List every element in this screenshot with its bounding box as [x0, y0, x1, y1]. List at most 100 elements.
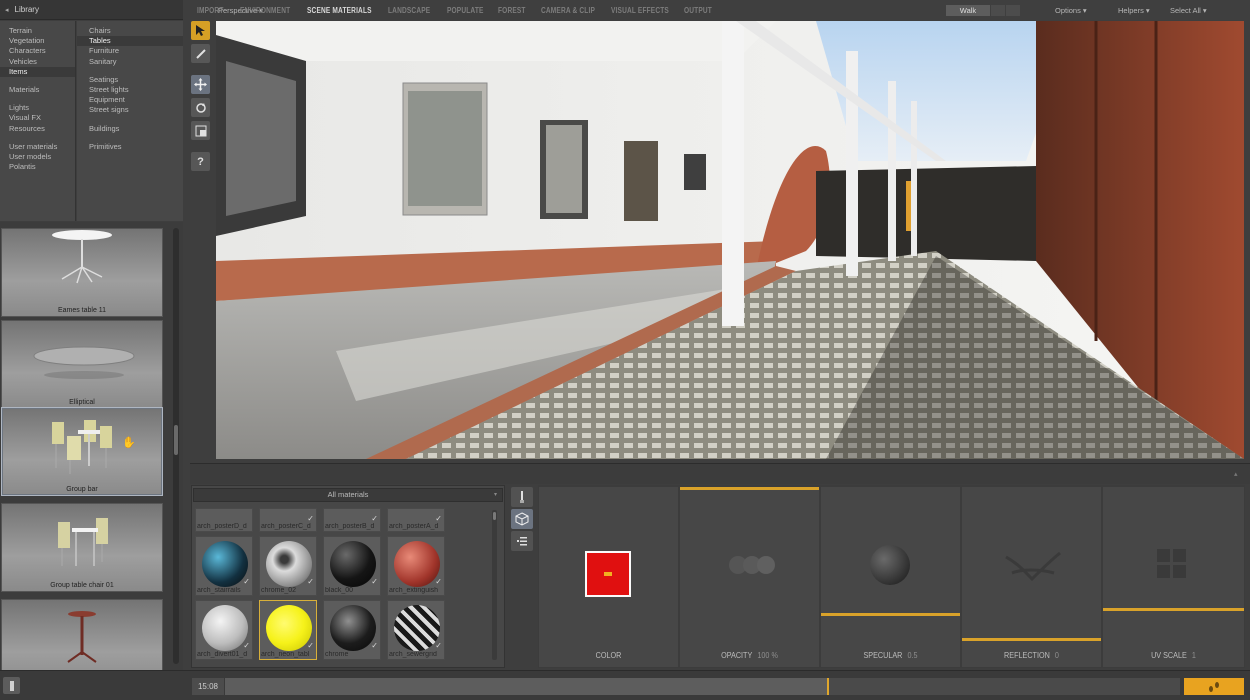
material-swatch-selected[interactable]: ✓ arch_neon_tabl	[259, 600, 317, 660]
category-vehicles[interactable]: Vehicles	[0, 57, 75, 67]
select-all-dropdown[interactable]: Select All ▾	[1170, 6, 1207, 15]
subcategory-tables[interactable]: Tables	[77, 36, 183, 47]
property-value[interactable]: 1	[1192, 650, 1196, 660]
tab-landscape[interactable]: LANDSCAPE	[388, 6, 430, 15]
rotate-tool-button[interactable]	[191, 98, 210, 117]
tab-populate[interactable]: POPULATE	[447, 6, 484, 15]
helpers-dropdown[interactable]: Helpers ▾	[1118, 6, 1150, 15]
scale-tool-button[interactable]	[191, 121, 210, 140]
walk-button[interactable]: Walk	[946, 5, 990, 16]
3d-viewport[interactable]	[216, 21, 1244, 459]
specular-level-bar[interactable]	[821, 613, 960, 616]
property-value[interactable]: 100 %	[757, 650, 777, 660]
bar-chairs-icon: ✋	[52, 420, 136, 474]
category-user-materials[interactable]: User materials	[0, 142, 75, 152]
material-swatch[interactable]: ✓ arch_extinguish	[387, 536, 445, 596]
category-lights[interactable]: Lights	[0, 103, 75, 113]
options-dropdown[interactable]: Options ▾	[1055, 6, 1087, 15]
subcategory-sanitary[interactable]: Sanitary	[77, 57, 183, 67]
category-resources[interactable]: Resources	[0, 124, 75, 134]
property-value[interactable]: 0.5	[908, 650, 918, 660]
material-cube-view-button[interactable]	[511, 509, 533, 529]
property-opacity[interactable]: OPACITY 100 %	[680, 487, 819, 667]
material-name: chrome_02	[261, 587, 297, 594]
property-reflection[interactable]: REFLECTION 0	[962, 487, 1101, 667]
model-thumb-group-bar[interactable]: ✋ Group bar	[1, 407, 163, 496]
library-toggle-button[interactable]	[3, 677, 20, 694]
move-icon	[194, 78, 207, 91]
help-button[interactable]: ?	[191, 152, 210, 171]
material-scrollbar-thumb[interactable]	[493, 512, 496, 520]
timeline-time[interactable]: 15:08	[192, 678, 224, 695]
model-thumb-group-table-chair[interactable]: Group table chair 01	[1, 503, 163, 592]
library-scrollbar-thumb[interactable]	[174, 425, 178, 455]
model-thumb-eames-table[interactable]: Eames table 11	[1, 228, 163, 317]
category-materials[interactable]: Materials	[0, 85, 75, 95]
material-swatch[interactable]: ✓ arch_sewergrid	[387, 600, 445, 660]
tab-camera-clip[interactable]: CAMERA & CLIP	[541, 6, 595, 15]
move-tool-button[interactable]	[191, 75, 210, 94]
tab-visual-effects[interactable]: VISUAL EFFECTS	[611, 6, 669, 15]
material-swatch[interactable]: arch_posterC_d ✓	[259, 508, 317, 532]
timeline-playhead[interactable]	[827, 678, 829, 695]
reflection-level-bar[interactable]	[962, 638, 1101, 641]
property-color[interactable]: COLOR	[539, 487, 678, 667]
category-polantis[interactable]: Polantis	[0, 162, 75, 172]
subcategory-list: Chairs Tables Furniture Sanitary Seating…	[77, 21, 183, 221]
subcategory-buildings[interactable]: Buildings	[77, 124, 183, 134]
check-icon: ✓	[307, 577, 314, 586]
subcategory-street-signs[interactable]: Street signs	[77, 105, 183, 115]
subcategory-primitives[interactable]: Primitives	[77, 142, 183, 152]
material-swatch[interactable]: ✓ arch_stairrails	[195, 536, 253, 596]
subcategory-furniture[interactable]: Furniture	[77, 46, 183, 56]
material-swatch[interactable]: arch_posterD_d	[195, 508, 253, 532]
material-name: arch_stairrails	[197, 587, 241, 594]
category-vegetation[interactable]: Vegetation	[0, 36, 75, 46]
material-swatch[interactable]: arch_posterA_d ✓	[387, 508, 445, 532]
property-specular[interactable]: SPECULAR 0.5	[821, 487, 960, 667]
material-filter-dropdown[interactable]: All materials	[193, 488, 503, 502]
category-characters[interactable]: Characters	[0, 46, 75, 56]
model-thumb-pedestal-table[interactable]	[1, 599, 163, 670]
material-swatch[interactable]: ✓ chrome	[323, 600, 381, 660]
tab-import[interactable]: IMPORT	[197, 6, 223, 15]
property-uv-scale[interactable]: UV SCALE 1	[1103, 487, 1244, 667]
category-items[interactable]: Items	[0, 66, 75, 78]
material-picker-button[interactable]	[511, 487, 533, 507]
panel-collapse-icon[interactable]: ▴	[1234, 470, 1238, 478]
tab-forest[interactable]: FOREST	[498, 6, 526, 15]
collapse-icon[interactable]: ◂	[5, 6, 9, 14]
model-thumb-elliptical[interactable]: Elliptical	[1, 320, 163, 409]
material-swatch[interactable]: ✓ chrome_02	[259, 536, 317, 596]
material-swatch[interactable]: ✓ black_00	[323, 536, 381, 596]
check-icon: ✓	[307, 514, 314, 523]
paint-tool-button[interactable]	[191, 44, 210, 63]
walk-option-1[interactable]	[991, 5, 1005, 16]
tab-scene-materials[interactable]: SCENE MATERIALS	[307, 6, 372, 15]
subcategory-street-lights[interactable]: Street lights	[77, 85, 183, 95]
material-swatch[interactable]: arch_posterB_d ✓	[323, 508, 381, 532]
subcategory-seatings[interactable]: Seatings	[77, 75, 183, 85]
category-user-models[interactable]: User models	[0, 152, 75, 162]
select-tool-button[interactable]	[191, 21, 210, 40]
walk-option-2[interactable]	[1006, 5, 1020, 16]
material-list-view-button[interactable]	[511, 531, 533, 551]
tab-output[interactable]: OUTPUT	[684, 6, 712, 15]
material-swatch[interactable]: ✓ arch_divert01_d	[195, 600, 253, 660]
check-icon: ✓	[243, 641, 250, 650]
subcategory-chairs[interactable]: Chairs	[77, 26, 183, 36]
material-preview	[202, 605, 248, 651]
timeline-keyframe-button[interactable]	[1184, 678, 1244, 695]
material-name: arch_neon_tabl	[261, 651, 310, 658]
model-thumbnail-list: Eames table 11 Elliptical ✋ Group bar Gr…	[0, 222, 183, 670]
category-terrain[interactable]: Terrain	[0, 26, 75, 36]
elliptical-table-icon	[33, 346, 135, 379]
color-swatch[interactable]	[585, 551, 631, 597]
category-visual-fx[interactable]: Visual FX	[0, 113, 75, 123]
uv-scale-level-bar[interactable]	[1103, 608, 1244, 611]
tab-environment[interactable]: ENVIRONMENT	[240, 6, 290, 15]
property-value[interactable]: 0	[1055, 650, 1059, 660]
cursor-icon	[196, 25, 205, 36]
subcategory-equipment[interactable]: Equipment	[77, 95, 183, 105]
material-scrollbar[interactable]	[492, 510, 497, 660]
